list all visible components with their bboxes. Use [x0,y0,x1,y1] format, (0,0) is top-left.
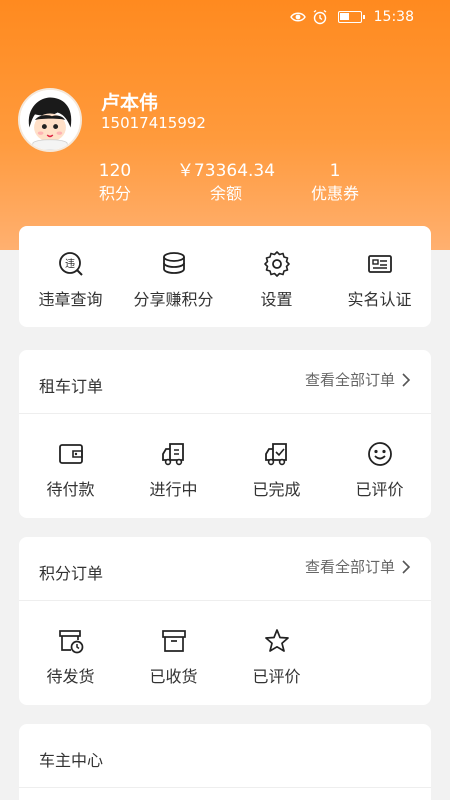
truck-check-icon [264,443,287,466]
owner-center-card: 车主中心 [19,724,431,800]
phone-number: 15017415992 [101,114,206,132]
points-orders-card: 积分订单 查看全部订单 待发货 已收货 已评价 [19,537,431,705]
order-status-in-progress[interactable]: 进行中 [122,440,225,500]
stat-points-label: 积分 [98,184,131,203]
quick-action-violation[interactable]: 违 违章查询 [19,250,122,310]
quick-actions-card: 违 违章查询 分享赚积分 设置 实名认证 [19,226,431,327]
id-card-icon [367,255,392,273]
username: 卢本伟 [101,92,159,114]
quick-action-label: 实名认证 [347,290,412,309]
stat-coupons-value: 1 [329,161,341,181]
points-orders-header: 积分订单 查看全部订单 [19,537,431,601]
avatar-image [20,90,80,150]
quick-action-label: 设置 [260,290,293,309]
points-status-label: 待发货 [46,667,95,686]
eye-icon [289,12,306,22]
truck-icon [161,443,184,466]
stat-balance[interactable]: ￥73364.34 余额 [166,160,286,206]
order-status-label: 已评价 [355,480,404,499]
rental-orders-card: 租车订单 查看全部订单 待付款 进行中 已完成 已评价 [19,350,431,518]
points-status-awaiting-shipment[interactable]: 待发货 [19,627,122,687]
rental-orders-view-all[interactable]: 查看全部订单 [305,369,411,394]
alarm-icon [313,9,327,25]
package-icon [161,630,186,652]
violation-search-icon: 违 [58,252,83,276]
stat-coupons-label: 优惠券 [310,184,359,203]
status-time: 15:38 [373,9,414,25]
wallet-icon [58,444,83,464]
quick-action-share[interactable]: 分享赚积分 [122,250,225,310]
box-clock-icon [58,630,83,654]
battery-icon [337,11,365,23]
chevron-right-icon [402,372,411,387]
points-orders-title: 积分订单 [39,563,104,583]
quick-action-label: 分享赚积分 [133,290,214,309]
order-status-pending-payment[interactable]: 待付款 [19,440,122,500]
points-status-label: 已评价 [252,667,301,686]
avatar[interactable] [18,88,82,152]
stat-balance-value: ￥73364.34 [176,161,276,181]
stat-balance-label: 余额 [209,184,242,203]
points-orders-view-all[interactable]: 查看全部订单 [305,556,411,581]
points-status-reviewed[interactable]: 已评价 [225,627,328,687]
order-status-completed[interactable]: 已完成 [225,440,328,500]
smile-icon [367,442,392,466]
quick-action-label: 违章查询 [38,290,103,309]
order-status-label: 已完成 [252,480,301,499]
view-all-label: 查看全部订单 [304,371,395,389]
star-icon [264,629,289,652]
profile-header: 15:38 卢本伟 15017415992 120 积分 ￥73364.34 余… [0,0,450,250]
order-status-reviewed[interactable]: 已评价 [328,440,431,500]
profile-stats: 120 积分 ￥73364.34 余额 1 优惠券 [0,160,450,210]
chevron-right-icon [402,559,411,574]
status-bar: 15:38 [0,0,450,34]
gear-icon [263,251,290,277]
rental-orders-title: 租车订单 [39,376,104,396]
svg-text:违: 违 [65,258,75,270]
quick-action-settings[interactable]: 设置 [225,250,328,310]
order-status-label: 待付款 [46,480,95,499]
view-all-label: 查看全部订单 [304,558,395,576]
owner-center-title: 车主中心 [39,750,104,770]
stat-points[interactable]: 120 积分 [55,160,175,206]
stat-points-value: 120 [98,161,132,181]
owner-center-header: 车主中心 [19,724,431,788]
rental-orders-header: 租车订单 查看全部订单 [19,350,431,414]
points-status-empty-slot [328,627,431,687]
coins-icon [162,252,185,274]
stat-coupons[interactable]: 1 优惠券 [275,160,395,206]
points-status-received[interactable]: 已收货 [122,627,225,687]
points-status-label: 已收货 [149,667,198,686]
order-status-label: 进行中 [149,480,198,499]
quick-action-verify[interactable]: 实名认证 [328,250,431,310]
